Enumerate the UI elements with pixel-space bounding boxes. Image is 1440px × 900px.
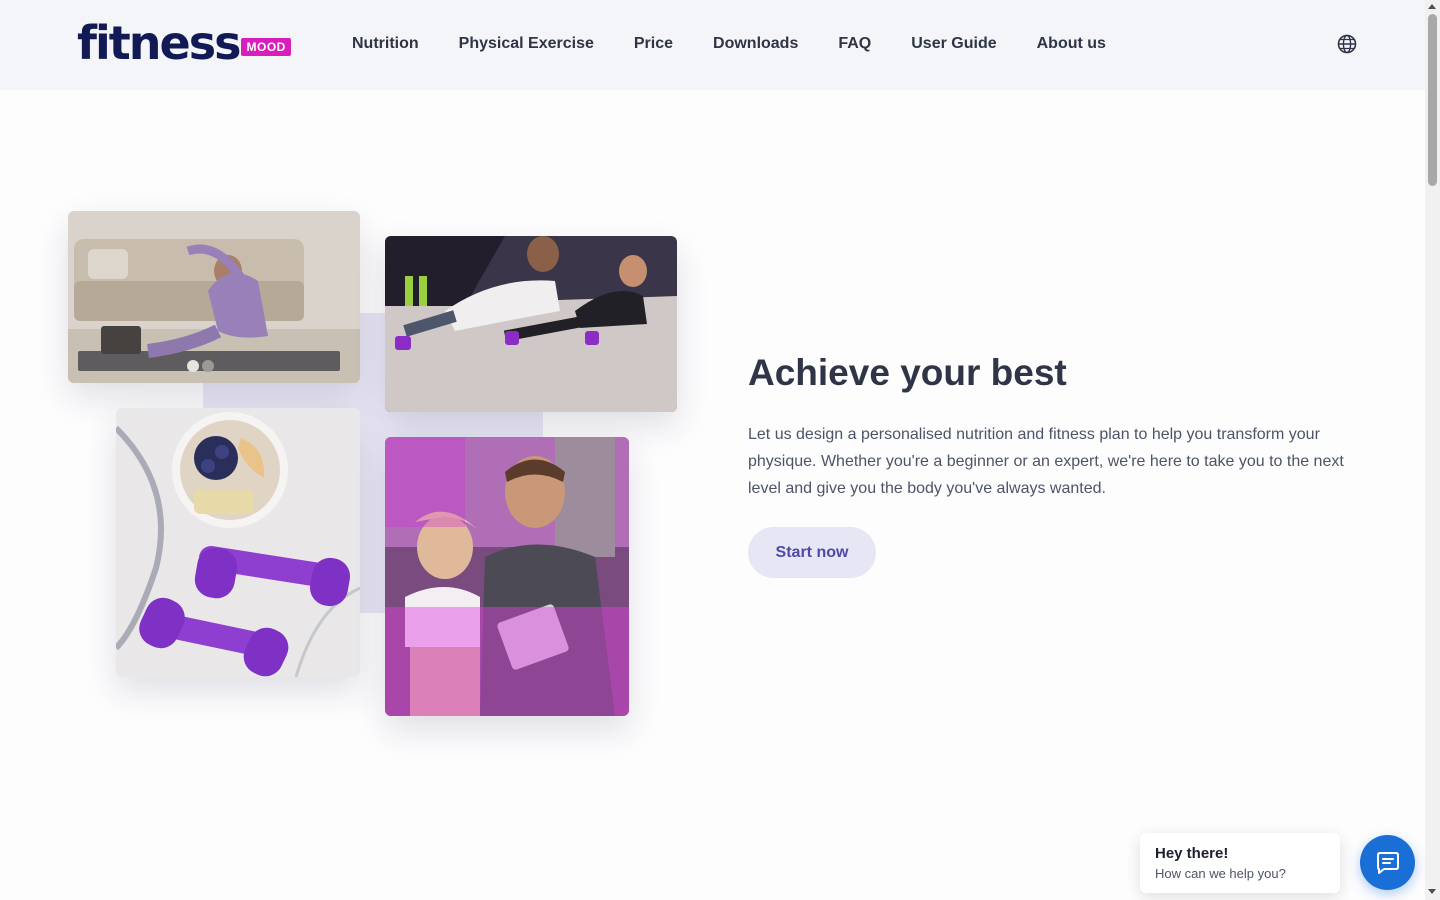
nav-item-about-us[interactable]: About us: [1037, 32, 1106, 56]
page-scrollbar[interactable]: [1425, 0, 1440, 900]
logo-wordmark: fitness: [77, 16, 241, 70]
trainer-client-photo: [385, 437, 629, 716]
start-now-button[interactable]: Start now: [748, 527, 876, 578]
nav-item-price[interactable]: Price: [634, 32, 673, 56]
site-header: fitness MOOD Nutrition Physical Exercise…: [0, 0, 1425, 90]
couple-plank-photo: [385, 236, 677, 412]
main-nav: Nutrition Physical Exercise Price Downlo…: [352, 32, 1106, 56]
nav-item-nutrition[interactable]: Nutrition: [352, 32, 419, 56]
chat-icon: [1376, 851, 1399, 874]
fruit-bowl-dumbbells-photo: [116, 408, 360, 677]
chat-greeting-subtitle: How can we help you?: [1155, 866, 1286, 881]
chat-greeting-title: Hey there!: [1155, 845, 1229, 862]
chat-launcher-button[interactable]: [1360, 835, 1415, 890]
nav-item-physical-exercise[interactable]: Physical Exercise: [459, 32, 594, 56]
nav-item-user-guide[interactable]: User Guide: [911, 32, 996, 56]
logo-badge: MOOD: [241, 38, 291, 56]
nav-item-downloads[interactable]: Downloads: [713, 32, 798, 56]
scroll-up-arrow-icon[interactable]: [1428, 4, 1436, 9]
hero-title: Achieve your best: [748, 352, 1067, 393]
chat-greeting-bubble[interactable]: Hey there! How can we help you?: [1140, 833, 1340, 893]
globe-icon[interactable]: [1336, 33, 1358, 55]
brand-logo[interactable]: fitness MOOD: [77, 20, 291, 66]
woman-stretching-photo: [68, 211, 360, 383]
hero-description: Let us design a personalised nutrition a…: [748, 426, 1344, 497]
nav-item-faq[interactable]: FAQ: [838, 32, 871, 56]
scroll-down-arrow-icon[interactable]: [1428, 889, 1436, 894]
scroll-thumb[interactable]: [1428, 14, 1437, 186]
